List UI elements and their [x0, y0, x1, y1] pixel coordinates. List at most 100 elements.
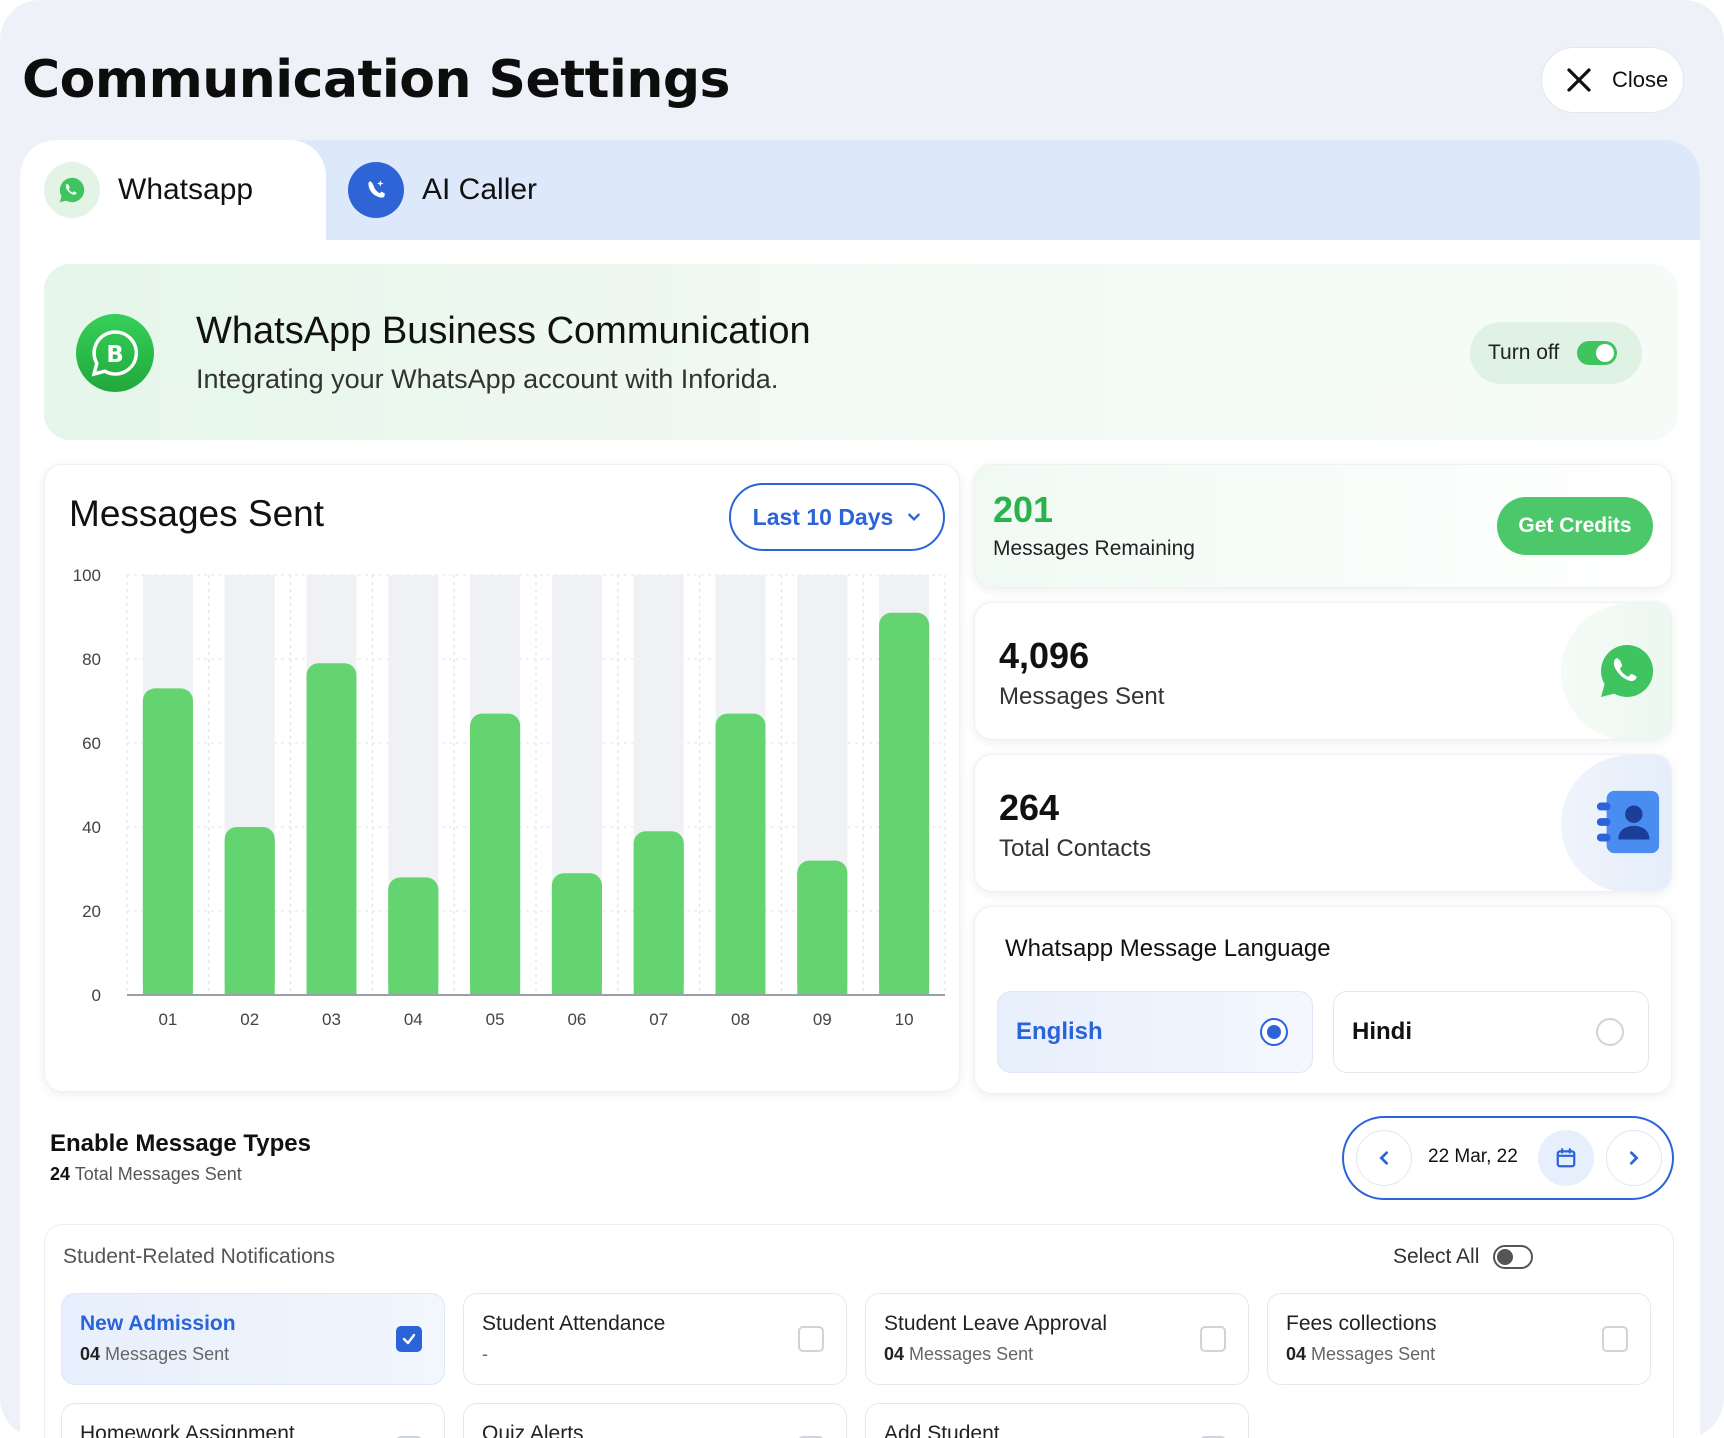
chevron-down-icon	[908, 513, 921, 521]
chevron-left-icon	[1379, 1151, 1388, 1165]
language-title: Whatsapp Message Language	[1005, 935, 1331, 962]
communication-settings-modal: Communication Settings Close Whatsapp AI…	[0, 0, 1724, 1438]
bar-base	[879, 624, 930, 995]
bar-base	[224, 839, 275, 995]
whatsapp-icon	[44, 162, 100, 218]
notification-count: 04 Messages Sent	[884, 1344, 1034, 1364]
checkbox[interactable]	[1602, 1326, 1628, 1352]
calendar-icon	[1556, 1148, 1576, 1168]
x-tick-label: 01	[158, 1010, 177, 1029]
x-tick-label: 04	[404, 1010, 423, 1029]
language-option-label: Hindi	[1352, 1018, 1412, 1045]
message-types-count-suffix: Total Messages Sent	[74, 1164, 242, 1184]
close-icon	[1567, 68, 1591, 92]
notification-item-new-admission[interactable]: New Admission 04 Messages Sent	[61, 1293, 445, 1385]
radio-selected[interactable]	[1260, 1018, 1288, 1046]
whatsapp-business-banner: B WhatsApp Business Communication Integr…	[44, 264, 1678, 440]
language-option-label: English	[1016, 1018, 1103, 1045]
date-range-label: Last 10 Days	[752, 503, 894, 530]
select-all-switch[interactable]	[1493, 1245, 1534, 1269]
notifications-heading: Student-Related Notifications	[63, 1245, 335, 1268]
date-navigator: 22 Mar, 22	[1342, 1116, 1674, 1200]
stat-value: 4,096	[999, 635, 1090, 676]
bar-base	[633, 843, 684, 995]
checkbox[interactable]	[798, 1326, 824, 1352]
chart-title: Messages Sent	[69, 493, 325, 534]
notification-count: -	[482, 1344, 488, 1364]
toggle-switch[interactable]	[1577, 341, 1618, 365]
page-title: Communication Settings	[22, 50, 731, 110]
y-tick-label: 0	[92, 986, 101, 1005]
whatsapp-icon	[1601, 644, 1654, 697]
chevron-right-icon	[1630, 1151, 1639, 1165]
date-range-dropdown[interactable]: Last 10 Days	[729, 483, 945, 551]
total-contacts-stat: 264 Total Contacts	[974, 754, 1672, 892]
whatsapp-toggle[interactable]: Turn off	[1470, 322, 1642, 384]
close-label: Close	[1612, 67, 1669, 92]
bar-base	[388, 889, 439, 995]
notification-title: Fees collections	[1286, 1312, 1437, 1335]
notification-title: Homework Assignment	[80, 1422, 295, 1438]
x-tick-label: 07	[649, 1010, 668, 1029]
y-tick-label: 20	[82, 902, 101, 921]
notification-item-student-leave-approval[interactable]: Student Leave Approval 04 Messages Sent	[865, 1293, 1249, 1385]
x-tick-label: 02	[240, 1010, 259, 1029]
notification-item-add-student[interactable]: Add Student	[865, 1403, 1249, 1438]
date-next-button[interactable]	[1606, 1130, 1662, 1186]
svg-text:B: B	[106, 342, 123, 368]
contact-book-icon	[1596, 790, 1660, 854]
notification-item-homework-assignment[interactable]: Homework Assignment	[61, 1403, 445, 1438]
stat-label: Messages Sent	[999, 683, 1165, 710]
stat-label: Total Contacts	[999, 835, 1152, 862]
tab-whatsapp[interactable]: Whatsapp	[20, 140, 326, 240]
whatsapp-business-icon: B	[76, 314, 154, 392]
x-tick-label: 08	[731, 1010, 750, 1029]
student-notifications-panel: Student-Related Notifications Select All…	[44, 1224, 1674, 1438]
message-types-summary: 24 Total Messages Sent	[50, 1164, 242, 1185]
credits-label: Messages Remaining	[993, 537, 1195, 560]
tab-bar: Whatsapp AI Caller	[20, 140, 1700, 240]
tab-ai-caller-label: AI Caller	[422, 173, 538, 206]
select-all-label: Select All	[1393, 1245, 1480, 1268]
bar-base	[470, 725, 521, 995]
y-tick-label: 80	[82, 650, 101, 669]
credits-card: 201 Messages Remaining Get Credits	[974, 464, 1672, 588]
check-icon	[402, 1333, 416, 1345]
credits-value: 201	[993, 489, 1054, 530]
tab-ai-caller[interactable]: AI Caller	[348, 140, 537, 240]
x-tick-label: 10	[895, 1010, 914, 1029]
close-button[interactable]: Close	[1541, 47, 1684, 113]
notification-title: Quiz Alerts	[482, 1422, 584, 1438]
notification-title: New Admission	[80, 1312, 236, 1335]
y-tick-label: 40	[82, 818, 101, 837]
select-all-toggle[interactable]: Select All	[1393, 1245, 1534, 1269]
x-tick-label: 05	[486, 1010, 505, 1029]
radio-unselected[interactable]	[1596, 1018, 1624, 1046]
notification-item-student-attendance[interactable]: Student Attendance -	[463, 1293, 847, 1385]
notification-count: 04 Messages Sent	[80, 1344, 230, 1364]
bar-base	[551, 885, 602, 995]
banner-subtitle: Integrating your WhatsApp account with I…	[196, 364, 779, 394]
phone-sparkle-icon	[348, 162, 404, 218]
language-card: Whatsapp Message Language English Hindi	[974, 906, 1672, 1094]
bar-base	[715, 725, 766, 995]
get-credits-button[interactable]: Get Credits	[1497, 497, 1653, 555]
date-prev-button[interactable]	[1356, 1130, 1412, 1186]
language-option-hindi[interactable]: Hindi	[1333, 991, 1649, 1073]
messages-sent-stat: 4,096 Messages Sent	[974, 602, 1672, 740]
message-types-count: 24	[50, 1164, 71, 1184]
checkbox-checked[interactable]	[396, 1326, 422, 1352]
messages-sent-chart-card: Messages Sent Last 10 Days 0 20 40 60 80 100 0…	[44, 464, 960, 1092]
message-types-title: Enable Message Types	[50, 1130, 311, 1157]
calendar-button[interactable]	[1538, 1130, 1594, 1186]
date-label: 22 Mar, 22	[1428, 1146, 1518, 1167]
checkbox[interactable]	[1200, 1326, 1226, 1352]
x-tick-label: 03	[322, 1010, 341, 1029]
x-tick-label: 09	[813, 1010, 832, 1029]
notification-item-fees-collections[interactable]: Fees collections 04 Messages Sent	[1267, 1293, 1651, 1385]
tab-whatsapp-label: Whatsapp	[118, 173, 254, 206]
language-option-english[interactable]: English	[997, 991, 1313, 1073]
messages-bar-chart: 0 20 40 60 80 100 01 02 03 04 05 06 07 08 09 10	[73, 566, 946, 1029]
bar-base	[306, 675, 357, 995]
notification-item-quiz-alerts[interactable]: Quiz Alerts	[463, 1403, 847, 1438]
